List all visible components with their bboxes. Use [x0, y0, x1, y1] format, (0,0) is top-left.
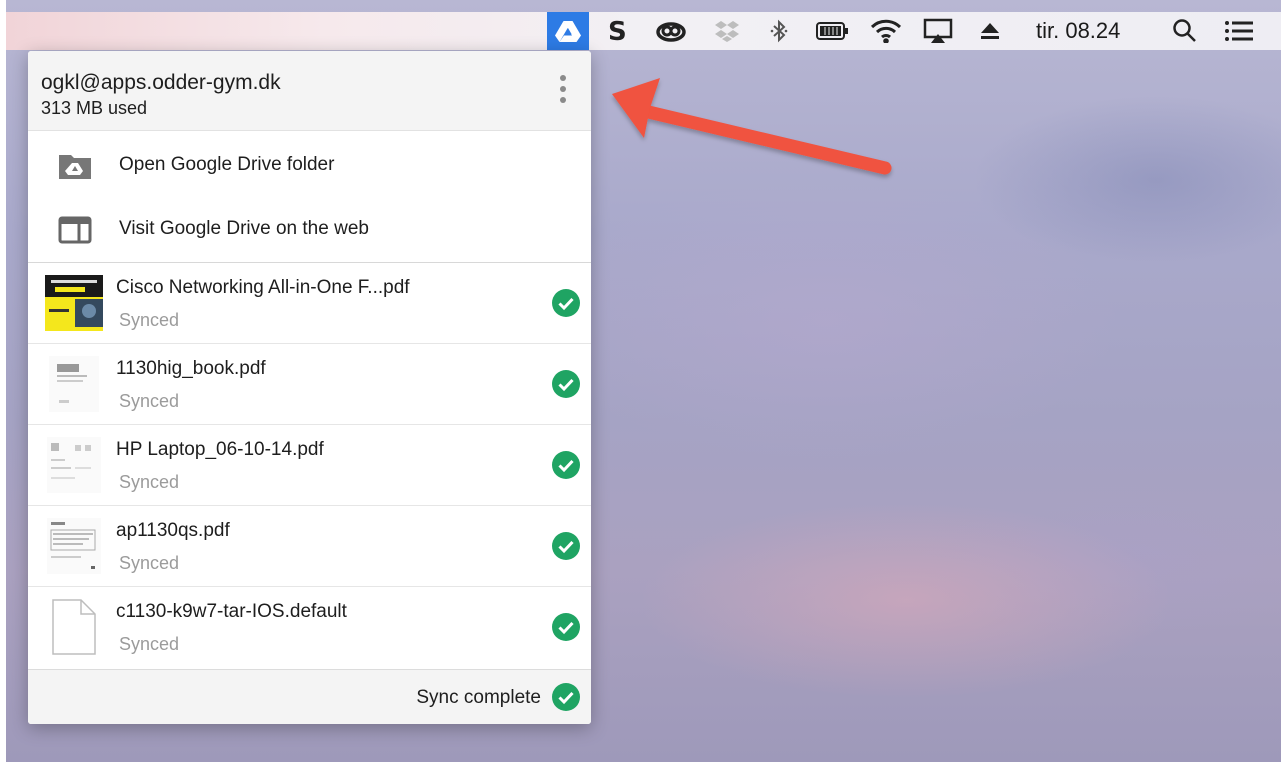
file-name: 1130hig_book.pdf [116, 358, 266, 379]
svg-text:S: S [608, 18, 627, 44]
kebab-dot-icon [560, 86, 566, 92]
bluetooth-icon[interactable] [766, 12, 792, 50]
file-name: c1130-k9w7-tar-IOS.default [116, 601, 347, 622]
drive-folder-icon [59, 155, 91, 179]
spotlight-search-icon[interactable] [1168, 12, 1202, 50]
synced-check-icon [552, 370, 580, 398]
file-row[interactable]: Cisco Networking All-in-One F...pdf Sync… [28, 263, 591, 344]
battery-icon[interactable] [814, 12, 850, 50]
synced-check-icon [552, 289, 580, 317]
google-drive-popover: ogkl@apps.odder-gym.dk 313 MB used Open … [28, 51, 591, 724]
google-drive-icon[interactable] [547, 12, 589, 50]
menubar-clock[interactable]: tir. 08.24 [1036, 12, 1120, 50]
storage-used: 313 MB used [41, 98, 148, 118]
visit-drive-web-label: Visit Google Drive on the web [119, 218, 369, 239]
pdf-page-thumbnail [47, 518, 101, 574]
file-name: ap1130qs.pdf [116, 520, 230, 541]
annotation-arrow-icon [612, 78, 892, 175]
dropbox-icon[interactable] [712, 12, 742, 50]
file-name: HP Laptop_06-10-14.pdf [116, 439, 324, 460]
file-status: Synced [119, 391, 180, 411]
open-drive-folder-button[interactable]: Open Google Drive folder [28, 134, 591, 198]
synced-check-icon [552, 613, 580, 641]
file-row[interactable]: ap1130qs.pdf Synced [28, 506, 591, 587]
kebab-dot-icon [560, 75, 566, 81]
generic-file-icon [52, 599, 96, 655]
file-status: Synced [119, 634, 180, 654]
browser-window-icon [58, 216, 92, 244]
menu-bar: S tir. 08.24 [6, 12, 1281, 50]
sync-status-text: Sync complete [416, 687, 541, 708]
book-cover-thumbnail [45, 275, 103, 331]
file-status: Synced [119, 553, 180, 573]
notification-center-icon[interactable] [1220, 12, 1258, 50]
pdf-page-thumbnail [49, 356, 99, 412]
file-row[interactable]: 1130hig_book.pdf Synced [28, 344, 591, 425]
open-drive-folder-label: Open Google Drive folder [119, 154, 335, 175]
skype-s-icon[interactable]: S [602, 12, 632, 50]
wifi-icon[interactable] [868, 12, 904, 50]
account-email: ogkl@apps.odder-gym.dk [41, 71, 281, 94]
file-status: Synced [119, 472, 180, 492]
kebab-dot-icon [560, 97, 566, 103]
sync-complete-check-icon [552, 683, 580, 711]
sync-status-footer: Sync complete [28, 669, 591, 724]
creative-cloud-icon[interactable] [654, 12, 688, 50]
synced-check-icon [552, 451, 580, 479]
file-row[interactable]: HP Laptop_06-10-14.pdf Synced [28, 425, 591, 506]
visit-drive-web-button[interactable]: Visit Google Drive on the web [28, 198, 591, 262]
synced-check-icon [552, 532, 580, 560]
pdf-page-thumbnail [47, 437, 101, 493]
airplay-icon[interactable] [920, 12, 956, 50]
more-options-button[interactable] [548, 69, 578, 109]
account-header: ogkl@apps.odder-gym.dk 313 MB used [28, 51, 591, 131]
eject-icon[interactable] [976, 12, 1004, 50]
file-status: Synced [119, 310, 180, 330]
file-name: Cisco Networking All-in-One F...pdf [116, 277, 410, 298]
file-row[interactable]: c1130-k9w7-tar-IOS.default Synced [28, 587, 591, 667]
